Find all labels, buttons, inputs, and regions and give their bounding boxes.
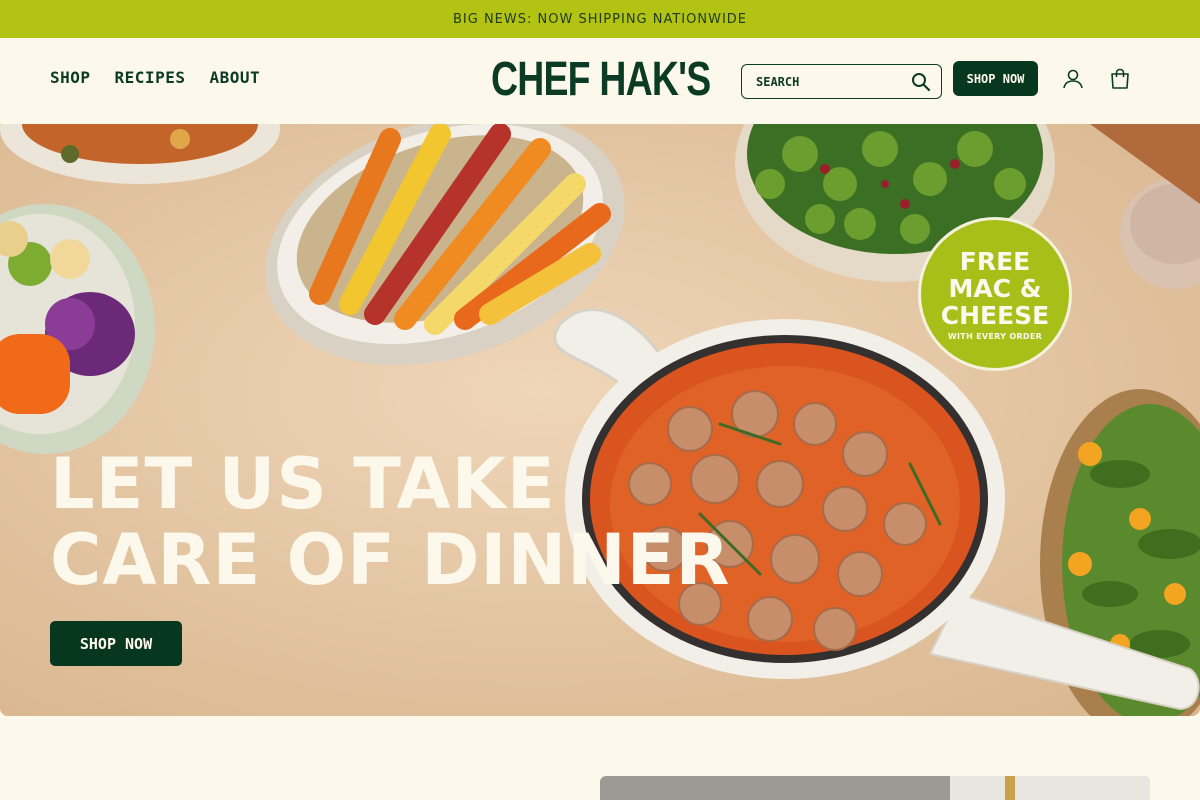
site-header: SHOP RECIPES ABOUT CHEF HAK'S SHOP NOW: [0, 38, 1200, 124]
hero-title: LET US TAKE CARE OF DINNER: [50, 446, 730, 598]
hero-title-line-1: LET US TAKE: [50, 443, 556, 525]
announcement-bar: BIG NEWS: NOW SHIPPING NATIONWIDE: [0, 0, 1200, 38]
badge-sub-text: WITH EVERY ORDER: [947, 331, 1043, 341]
account-icon[interactable]: [1061, 67, 1085, 91]
search-input[interactable]: [756, 74, 911, 89]
main-nav: SHOP RECIPES ABOUT: [50, 68, 260, 87]
announcement-text: BIG NEWS: NOW SHIPPING NATIONWIDE: [452, 11, 747, 27]
logo-text: CHEF HAK'S: [491, 53, 711, 106]
nav-shop-link[interactable]: SHOP: [50, 68, 91, 87]
search-icon[interactable]: [911, 72, 931, 92]
badge-main-text: FREE MAC & CHEESE: [940, 246, 1050, 330]
nav-about-link[interactable]: ABOUT: [209, 68, 260, 87]
nav-recipes-link[interactable]: RECIPES: [115, 68, 186, 87]
free-mac-cheese-badge: FREE MAC & CHEESE WITH EVERY ORDER: [918, 217, 1072, 371]
hero-banner: LET US TAKE CARE OF DINNER SHOP NOW FREE…: [0, 124, 1200, 716]
cart-icon[interactable]: [1108, 67, 1132, 91]
header-shop-now-button[interactable]: SHOP NOW: [953, 61, 1038, 96]
section-preview-image: [600, 776, 1150, 800]
site-logo[interactable]: CHEF HAK'S: [491, 54, 711, 106]
hero-title-line-2: CARE OF DINNER: [50, 519, 731, 601]
hero-shop-now-button[interactable]: SHOP NOW: [50, 621, 182, 666]
search-box[interactable]: [741, 64, 942, 99]
